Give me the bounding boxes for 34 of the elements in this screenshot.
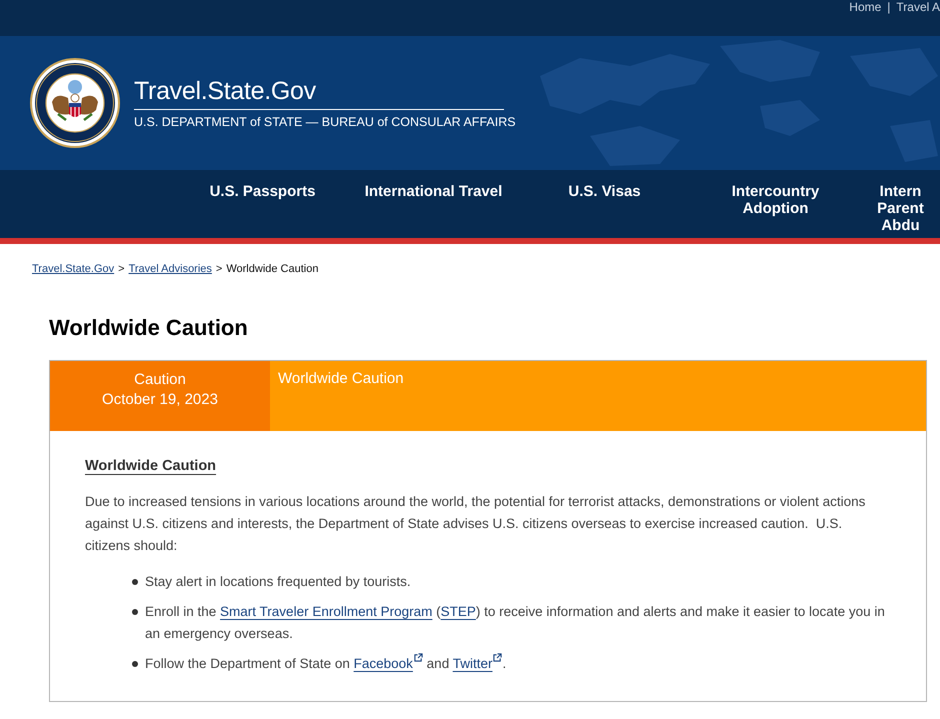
advisory-level: Caution [134,370,186,390]
external-link-icon [493,653,502,662]
link-separator: | [887,0,890,14]
page-title: Worldwide Caution [49,314,248,342]
advisory-heading: Worldwide Caution [85,457,216,476]
advisory-title: Worldwide Caution [278,369,404,389]
nav-item[interactable]: Intercountry Adoption [690,170,861,238]
seal-icon [30,58,120,148]
site-subtitle: U.S. DEPARTMENT of STATE — BUREAU of CONSULAR AFFAIRS [134,114,516,130]
text-link[interactable]: Smart Traveler Enrollment Program [220,604,432,619]
breadcrumb-link[interactable]: Travel Advisories [128,262,212,276]
list-item-text: Stay alert in locations frequented by tourists. [145,573,411,591]
list-item-text: Enroll in the Smart Traveler Enrollment Program (STEP) to receive information and alerts and make it easier to locate you in an emergency overseas. [145,603,886,643]
nav-item[interactable]: U.S. Passports [177,170,348,238]
utility-link[interactable]: Travel A [896,0,940,14]
advisory-date: October 19, 2023 [102,390,218,410]
bullet-icon [132,661,138,667]
text-link[interactable]: Twitter [452,656,502,671]
breadcrumb-link[interactable]: Travel.State.Gov [32,262,114,276]
utility-link[interactable]: Home [849,0,882,14]
breadcrumb-separator: > [118,262,125,276]
bullet-icon [132,579,138,585]
advisory-paragraph: Due to increased tensions in various locations around the world, the potential for terrorist attacks, demonstrations or violent actions against U.S. citizens and interests, the Department of State advises U.S. citizens overseas to exercise increased caution. U.S. citizens should: [85,493,866,555]
bullet-icon [132,609,138,615]
text-link[interactable]: Facebook [354,656,423,671]
nav-item[interactable]: Intern Parent Abdu [861,170,940,238]
breadcrumb-current: Worldwide Caution [226,262,318,276]
nav-item[interactable]: International Travel [348,170,519,238]
site-title[interactable]: Travel.State.Gov [134,76,504,110]
breadcrumb-separator: > [216,262,222,276]
nav-item[interactable]: U.S. Visas [519,170,690,238]
list-item-text: Follow the Department of State on Facebook and Twitter . [145,653,506,675]
text-link[interactable]: STEP [440,604,476,619]
external-link-icon [414,653,423,662]
